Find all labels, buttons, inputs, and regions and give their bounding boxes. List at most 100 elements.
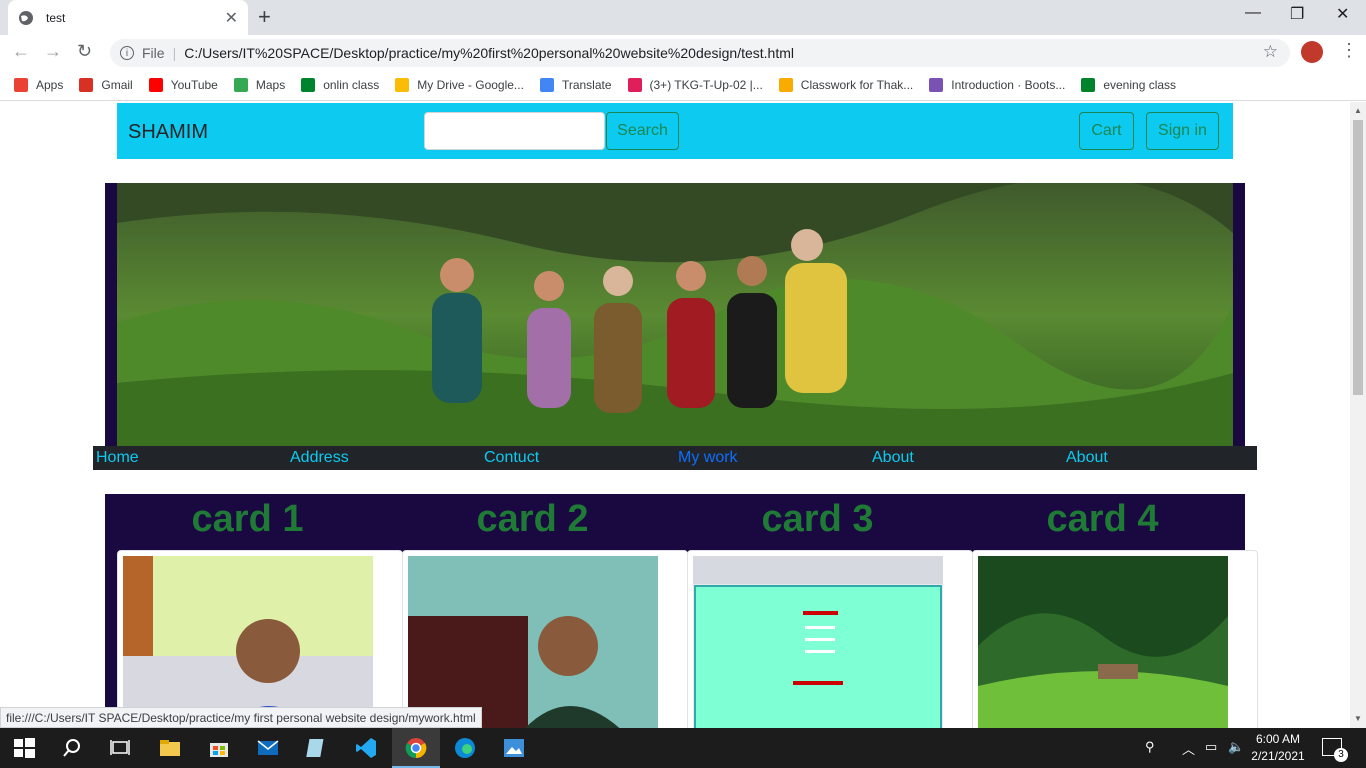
clock-date: 2/21/2021	[1251, 749, 1305, 763]
file-explorer-icon[interactable]	[158, 736, 182, 760]
bookmark-item[interactable]: onlin class	[301, 77, 380, 92]
notepad-icon[interactable]	[305, 736, 329, 760]
status-bar-url: file:///C:/Users/IT SPACE/Desktop/practi…	[0, 707, 482, 728]
clock-time: 6:00 AM	[1255, 732, 1301, 746]
tab-strip: test ✕ + — ❐ ✕	[0, 0, 1366, 35]
bookmark-favicon-icon	[79, 77, 94, 92]
globe-icon	[19, 10, 33, 25]
chrome-icon[interactable]	[404, 736, 428, 760]
bookmark-favicon-icon	[148, 77, 163, 92]
hero-image	[117, 183, 1233, 446]
bookmark-item[interactable]: My Drive - Google...	[395, 77, 524, 92]
bookmark-item[interactable]: YouTube	[148, 77, 218, 92]
bookmark-label: Gmail	[101, 77, 133, 92]
bookmark-label: My Drive - Google...	[417, 77, 524, 92]
search-button[interactable]: Search	[606, 112, 679, 150]
bookmark-item[interactable]: Maps	[233, 77, 286, 92]
nav-link-home[interactable]: Home	[96, 449, 139, 467]
bookmark-favicon-icon	[778, 77, 793, 92]
signin-button[interactable]: Sign in	[1146, 112, 1219, 150]
minimize-icon[interactable]: —	[1245, 4, 1261, 22]
forward-icon[interactable]: →	[44, 41, 62, 62]
card-image	[408, 556, 658, 728]
section-links-bar: Home Address Contuct My work About About	[93, 446, 1257, 470]
bookmark-label: Introduction · Boots...	[951, 77, 1066, 92]
windows-taskbar: ⚲ ︿ ▭ 🔈 6:00 AM 2/21/2021 3	[0, 728, 1366, 768]
bookmark-favicon-icon	[14, 77, 28, 92]
nav-link-about[interactable]: About	[1066, 449, 1108, 467]
bookmark-label: Translate	[561, 77, 612, 92]
card[interactable]	[402, 550, 688, 728]
bookmark-label: Classwork for Thak...	[800, 77, 914, 92]
new-tab-icon[interactable]: +	[258, 4, 271, 30]
card[interactable]	[687, 550, 973, 728]
bookmark-label: evening class	[1103, 77, 1177, 92]
search-icon[interactable]	[60, 736, 84, 760]
tab-close-icon[interactable]: ✕	[225, 8, 238, 28]
card-title: card 4	[1046, 498, 1159, 540]
card[interactable]	[972, 550, 1258, 728]
site-navbar: SHAMIM Search Cart Sign in	[117, 103, 1233, 159]
bookmark-star-icon[interactable]: ☆	[1263, 42, 1278, 62]
bookmark-item[interactable]: (3+) TKG-T-Up-02 |...	[627, 77, 763, 92]
bookmark-label: Maps	[255, 77, 286, 92]
windows-start-icon[interactable]	[12, 736, 36, 760]
people-icon[interactable]: ⚲	[1145, 739, 1155, 755]
nav-link-contuct[interactable]: Contuct	[484, 449, 539, 467]
search-input[interactable]	[424, 112, 605, 150]
browser-tab[interactable]: test ✕	[8, 0, 248, 35]
bookmark-item[interactable]: Translate	[539, 77, 612, 92]
url-separator: |	[172, 45, 177, 61]
bookmark-item[interactable]: Introduction · Boots...	[929, 77, 1066, 92]
back-icon[interactable]: ←	[12, 41, 30, 62]
card-title: card 2	[476, 498, 589, 540]
scroll-down-icon[interactable]: ▼	[1354, 714, 1362, 723]
bookmarks-bar: Apps Gmail YouTube Maps onlin class My Drive …	[0, 69, 1366, 101]
store-icon[interactable]	[207, 736, 231, 760]
card-title: card 3	[761, 498, 874, 540]
chrome-menu-icon[interactable]: ⋮	[1340, 40, 1358, 61]
bookmark-item[interactable]: Gmail	[79, 77, 133, 92]
bookmark-favicon-icon	[1081, 77, 1096, 92]
vscode-icon[interactable]	[354, 736, 378, 760]
card-title: card 1	[191, 498, 304, 540]
reload-icon[interactable]: ↻	[77, 41, 92, 62]
page-scrollbar[interactable]: ▲ ▼	[1350, 102, 1366, 728]
task-view-icon[interactable]	[108, 736, 132, 760]
tab-title: test	[46, 10, 66, 25]
bookmark-favicon-icon	[929, 77, 944, 92]
hero-section	[105, 183, 1245, 446]
mail-icon[interactable]	[256, 736, 280, 760]
photos-icon[interactable]	[502, 736, 526, 760]
bookmark-label: onlin class	[323, 77, 380, 92]
card[interactable]	[117, 550, 403, 728]
site-brand[interactable]: SHAMIM	[128, 121, 208, 144]
restore-icon[interactable]: ❐	[1290, 4, 1304, 24]
bookmark-favicon-icon	[301, 77, 316, 92]
nav-link-address[interactable]: Address	[290, 449, 349, 467]
browser-toolbar: ← → ↻ i File | C:/Users/IT%20SPACE/Deskt…	[0, 35, 1366, 69]
bookmark-item[interactable]: evening class	[1081, 77, 1177, 92]
info-icon[interactable]: i	[120, 46, 134, 60]
scroll-thumb[interactable]	[1353, 120, 1363, 395]
chrome-taskbar-active[interactable]	[392, 728, 440, 768]
bookmark-label: YouTube	[170, 77, 218, 92]
bookmark-item[interactable]: Apps	[14, 77, 63, 92]
network-icon[interactable]: ▭	[1205, 739, 1217, 755]
tray-chevron-icon[interactable]: ︿	[1182, 739, 1195, 758]
bookmark-favicon-icon	[395, 77, 410, 92]
bookmark-favicon-icon	[539, 77, 554, 92]
nav-link-about[interactable]: About	[872, 449, 914, 467]
cart-button[interactable]: Cart	[1079, 112, 1134, 150]
card-image	[123, 556, 373, 728]
window-close-icon[interactable]: ✕	[1336, 4, 1349, 24]
nav-link-my-work[interactable]: My work	[678, 449, 738, 467]
address-bar[interactable]: i File | C:/Users/IT%20SPACE/Desktop/pra…	[110, 39, 1290, 67]
system-clock[interactable]: 6:00 AM 2/21/2021	[1248, 731, 1308, 765]
bookmark-item[interactable]: Classwork for Thak...	[778, 77, 914, 92]
volume-icon[interactable]: 🔈	[1228, 739, 1244, 755]
edge-icon[interactable]	[453, 736, 477, 760]
cards-section: card 1 card 2 card 3 card 4	[105, 494, 1258, 728]
scroll-up-icon[interactable]: ▲	[1354, 106, 1362, 115]
profile-avatar[interactable]	[1301, 41, 1323, 63]
